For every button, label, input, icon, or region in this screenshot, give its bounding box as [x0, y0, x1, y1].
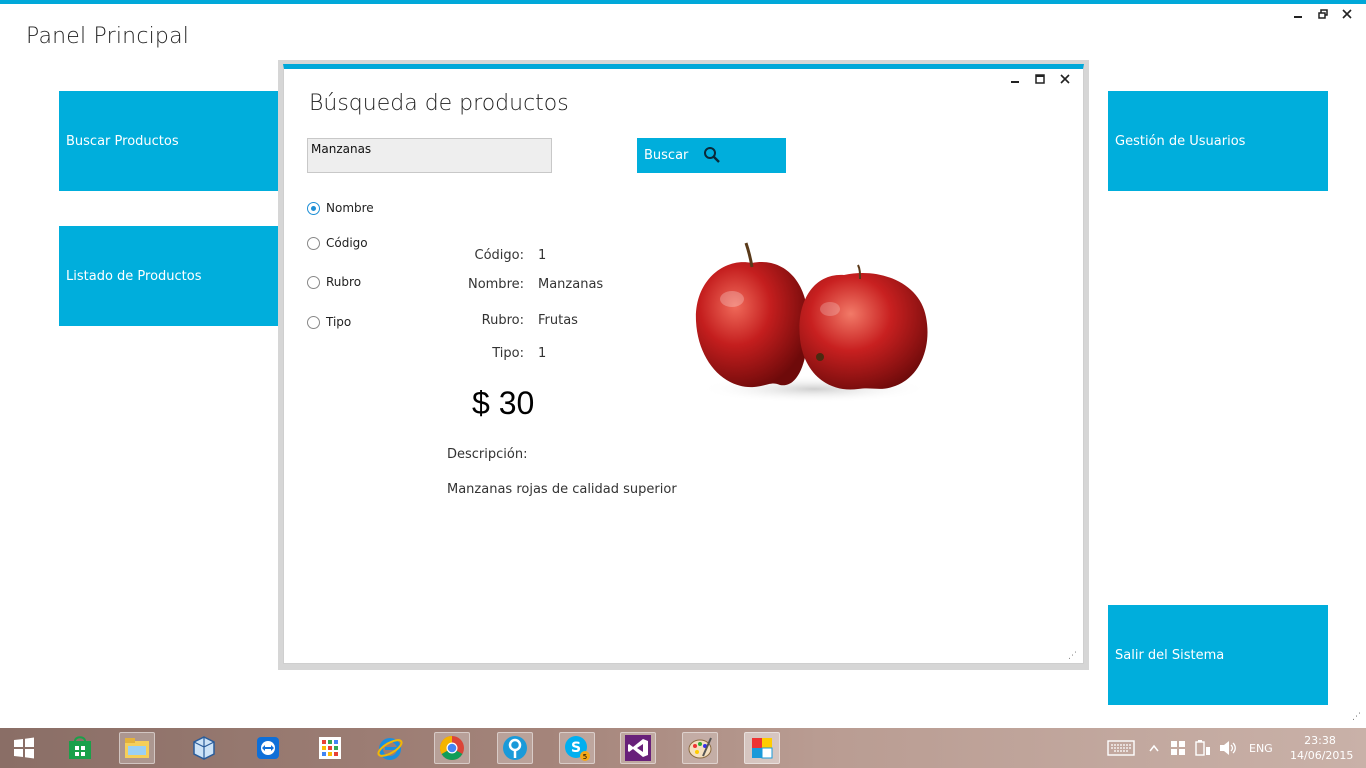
radio-label: Tipo — [326, 315, 352, 329]
taskbar: S5 ENG 23:38 14/06/2015 — [0, 728, 1366, 768]
file-explorer-icon[interactable] — [119, 732, 155, 764]
codigo-value: 1 — [538, 248, 547, 263]
radio-codigo[interactable]: Código — [307, 236, 368, 250]
radio-unchecked-icon — [307, 315, 320, 329]
action-center-icon[interactable] — [1170, 728, 1186, 768]
radio-label: Código — [326, 236, 368, 250]
search-input[interactable]: Manzanas — [307, 138, 552, 173]
window-resize-grip-icon[interactable]: ⋰ — [1352, 712, 1361, 722]
teamviewer-icon[interactable] — [250, 732, 286, 764]
product-price: $ 30 — [472, 385, 535, 421]
apps-grid-icon[interactable] — [312, 732, 348, 764]
description-text: Manzanas rojas de calidad superior — [447, 482, 677, 497]
app-title: Panel Principal — [26, 24, 190, 49]
paint-icon[interactable] — [682, 732, 718, 764]
radio-unchecked-icon — [307, 236, 320, 250]
rubro-label: Rubro: — [481, 313, 524, 328]
dialog-maximize-button[interactable] — [1030, 72, 1050, 88]
rubro-value: Frutas — [538, 313, 578, 328]
clock-date: 14/06/2015 — [1290, 749, 1354, 762]
nombre-label: Nombre: — [467, 277, 524, 292]
taskbar-clock[interactable]: 23:38 14/06/2015 — [1290, 733, 1354, 763]
radio-tipo[interactable]: Tipo — [307, 315, 351, 329]
window-close-button[interactable] — [1337, 6, 1357, 24]
sourcetree-icon[interactable] — [497, 732, 533, 764]
tipo-value: 1 — [538, 346, 547, 361]
chrome-icon[interactable] — [434, 732, 470, 764]
product-image — [684, 239, 944, 423]
tile-label: Salir del Sistema — [1115, 647, 1225, 663]
tile-gestion-usuarios[interactable]: Gestión de Usuarios — [1108, 91, 1328, 191]
tray-expand-icon[interactable] — [1149, 728, 1159, 768]
window-minimize-button[interactable] — [1288, 6, 1308, 24]
dialog-minimize-button[interactable] — [1005, 72, 1025, 88]
skype-icon[interactable]: S5 — [559, 732, 595, 764]
search-icon — [703, 146, 721, 168]
radio-label: Nombre — [326, 201, 374, 215]
tile-label: Buscar Productos — [66, 133, 179, 149]
internet-explorer-icon[interactable] — [372, 732, 408, 764]
search-button-label: Buscar — [644, 148, 689, 163]
skype-badge: 5 — [583, 753, 587, 761]
resize-grip-icon[interactable]: ⋰ — [1068, 651, 1077, 661]
tile-buscar-productos[interactable]: Buscar Productos — [59, 91, 279, 191]
radio-nombre[interactable]: Nombre — [307, 201, 374, 215]
radio-label: Rubro — [326, 275, 362, 289]
tile-listado-productos[interactable]: Listado de Productos — [59, 226, 279, 326]
search-dialog: Búsqueda de productos Manzanas Buscar No… — [283, 64, 1084, 664]
language-indicator[interactable]: ENG — [1249, 728, 1273, 768]
dialog-title: Búsqueda de productos — [309, 91, 569, 116]
tile-label: Listado de Productos — [66, 268, 202, 284]
tile-label: Gestión de Usuarios — [1115, 133, 1246, 149]
description-label: Descripción: — [447, 447, 528, 462]
codigo-label: Código: — [474, 248, 524, 263]
start-button-icon[interactable] — [6, 732, 42, 764]
visual-studio-icon[interactable] — [620, 732, 656, 764]
virtualbox-icon[interactable] — [186, 732, 222, 764]
top-accent-bar — [0, 0, 1366, 4]
tipo-label: Tipo: — [492, 346, 524, 361]
clock-time: 23:38 — [1304, 734, 1336, 747]
radio-rubro[interactable]: Rubro — [307, 275, 361, 289]
nombre-value: Manzanas — [538, 277, 604, 292]
store-icon[interactable] — [62, 732, 98, 764]
dialog-close-button[interactable] — [1055, 72, 1075, 88]
winforms-app-icon[interactable] — [744, 732, 780, 764]
volume-icon[interactable] — [1219, 728, 1237, 768]
battery-icon[interactable] — [1195, 728, 1211, 768]
keyboard-icon[interactable] — [1107, 728, 1135, 768]
radio-checked-icon — [307, 201, 320, 215]
radio-unchecked-icon — [307, 275, 320, 289]
svg-text:S: S — [571, 740, 581, 756]
tile-salir-sistema[interactable]: Salir del Sistema — [1108, 605, 1328, 705]
window-restore-button[interactable] — [1313, 6, 1333, 24]
search-button[interactable]: Buscar — [637, 138, 786, 173]
